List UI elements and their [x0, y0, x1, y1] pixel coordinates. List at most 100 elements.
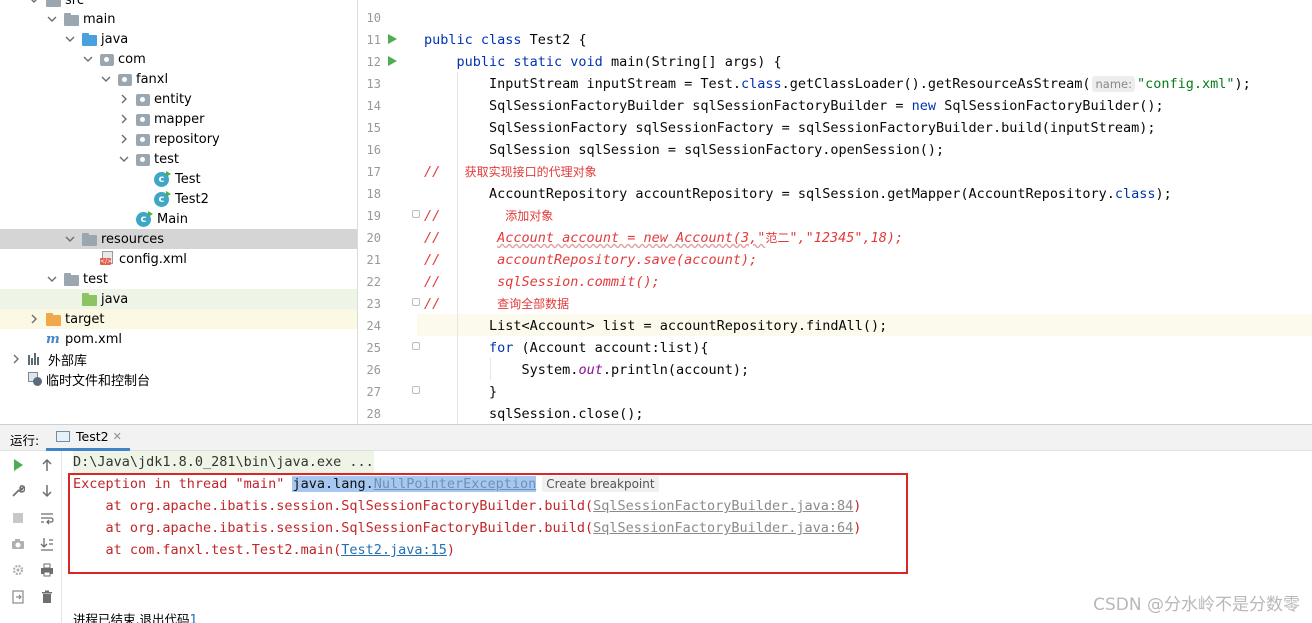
chevron-right-icon[interactable] [118, 93, 130, 105]
code-line-28: sqlSession.close(); [424, 406, 644, 422]
maven-icon: m [46, 331, 60, 347]
code-line-25: for (Account account:list){ [424, 340, 709, 356]
run-label: 运行: [10, 433, 40, 448]
run-tool-window: 运行: Test2 ✕ D:\Java\jdk1.8.0_281\bin\jav… [0, 424, 1312, 623]
parameter-hint: name: [1092, 76, 1135, 92]
tree-item-com[interactable]: com [0, 49, 357, 69]
arrow-up-icon[interactable] [38, 456, 56, 474]
soft-wrap-icon[interactable] [38, 509, 56, 527]
code-line-21: // accountRepository.save(account); [424, 252, 758, 268]
folder-icon [64, 12, 79, 26]
line-number: 16 [366, 143, 381, 157]
fold-marker-icon[interactable] [412, 342, 420, 350]
resources-folder-icon [82, 232, 97, 246]
code-line-11: public class Test2 { [424, 32, 587, 48]
chevron-down-icon[interactable] [28, 0, 40, 6]
tree-item-target[interactable]: target [0, 309, 357, 329]
folder-icon [46, 0, 61, 7]
close-icon[interactable]: ✕ [113, 430, 122, 443]
rerun-icon[interactable] [9, 456, 27, 474]
code-line-17: // 获取实现接口的代理对象 [424, 164, 597, 180]
chevron-right-icon[interactable] [118, 113, 130, 125]
run-tab-test2[interactable]: Test2 ✕ [46, 425, 130, 451]
process-exit-message: 进程已结束,退出代码1 [73, 612, 198, 623]
line-number: 12 [366, 55, 381, 69]
package-icon [136, 93, 150, 106]
library-icon [28, 353, 44, 365]
fold-marker-icon[interactable] [412, 210, 420, 218]
tree-item-external-libraries[interactable]: 外部库 [0, 349, 357, 369]
tree-item-entity[interactable]: entity [0, 89, 357, 109]
code-line-19: // 添加对象 [424, 208, 554, 224]
trash-icon[interactable] [38, 588, 56, 606]
chevron-down-icon[interactable] [118, 153, 130, 165]
arrow-down-icon[interactable] [38, 482, 56, 500]
tree-item-test-java[interactable]: java [0, 289, 357, 309]
line-number: 17 [366, 165, 381, 179]
chevron-down-icon[interactable] [100, 73, 112, 85]
error-highlight-box [68, 473, 908, 574]
stop-icon[interactable] [9, 509, 27, 527]
line-number: 24 [366, 319, 381, 333]
tree-item-config-xml[interactable]: </> config.xml [0, 249, 357, 269]
wrench-icon[interactable] [9, 482, 27, 500]
tree-item-main-class[interactable]: c Main [0, 209, 357, 229]
tree-item-scratches[interactable]: 临时文件和控制台 [0, 369, 357, 389]
class-icon: c [154, 190, 171, 207]
test-source-folder-icon [82, 292, 97, 306]
chevron-down-icon[interactable] [46, 13, 58, 25]
code-line-12: public static void main(String[] args) { [424, 54, 782, 70]
tree-item-java[interactable]: java [0, 29, 357, 49]
code-line-14: SqlSessionFactoryBuilder sqlSessionFacto… [424, 98, 1164, 114]
chevron-down-icon[interactable] [64, 233, 76, 245]
code-line-16: SqlSession sqlSession = sqlSessionFactor… [424, 142, 945, 158]
exit-icon[interactable] [9, 588, 27, 606]
line-number: 20 [366, 231, 381, 245]
code-editor[interactable]: 10 11 12 13 14 15 16 17 18 19 20 21 22 2… [359, 0, 1312, 424]
tree-item-test2-class[interactable]: c Test2 [0, 189, 357, 209]
tree-item-main[interactable]: main [0, 9, 357, 29]
line-number: 28 [366, 407, 381, 421]
code-line-15: SqlSessionFactory sqlSessionFactory = sq… [424, 120, 1156, 136]
tree-item-test-class[interactable]: c Test [0, 169, 357, 189]
tree-item-repository[interactable]: repository [0, 129, 357, 149]
line-number: 11 [366, 33, 381, 47]
console-command-line: D:\Java\jdk1.8.0_281\bin\java.exe ... [73, 451, 374, 473]
tree-item-test-package[interactable]: test [0, 149, 357, 169]
code-line-20: // Account account = new Account(3,"范二",… [424, 230, 904, 246]
line-number: 15 [366, 121, 381, 135]
run-gutter-icon[interactable] [388, 56, 397, 66]
tree-item-pom-xml[interactable]: m pom.xml [0, 329, 357, 349]
console-icon [56, 431, 70, 442]
tree-item-resources[interactable]: resources [0, 229, 357, 249]
settings-icon[interactable] [9, 561, 27, 579]
run-gutter-icon[interactable] [388, 34, 397, 44]
line-number: 13 [366, 77, 381, 91]
chevron-down-icon[interactable] [82, 53, 94, 65]
tree-item-test-folder[interactable]: test [0, 269, 357, 289]
chevron-right-icon[interactable] [28, 313, 40, 325]
code-line-18: AccountRepository accountRepository = sq… [424, 186, 1172, 202]
line-number: 21 [366, 253, 381, 267]
line-number: 27 [366, 385, 381, 399]
chevron-right-icon[interactable] [118, 133, 130, 145]
code-line-24: List<Account> list = accountRepository.f… [424, 318, 888, 334]
code-line-27: } [424, 384, 498, 400]
camera-icon[interactable] [9, 535, 27, 553]
package-icon [136, 133, 150, 146]
scratches-icon [28, 372, 42, 386]
folder-icon [64, 272, 79, 286]
chevron-down-icon[interactable] [64, 33, 76, 45]
scroll-to-end-icon[interactable] [38, 535, 56, 553]
tree-item-mapper[interactable]: mapper [0, 109, 357, 129]
print-icon[interactable] [38, 561, 56, 579]
excluded-folder-icon [46, 312, 61, 326]
run-toolbar [0, 451, 62, 623]
line-number: 14 [366, 99, 381, 113]
tree-item-fanxl[interactable]: fanxl [0, 69, 357, 89]
fold-marker-icon[interactable] [412, 298, 420, 306]
chevron-down-icon[interactable] [46, 273, 58, 285]
fold-marker-icon[interactable] [412, 386, 420, 394]
chevron-right-icon[interactable] [10, 353, 22, 365]
code-line-13: InputStream inputStream = Test.class.get… [424, 76, 1251, 92]
